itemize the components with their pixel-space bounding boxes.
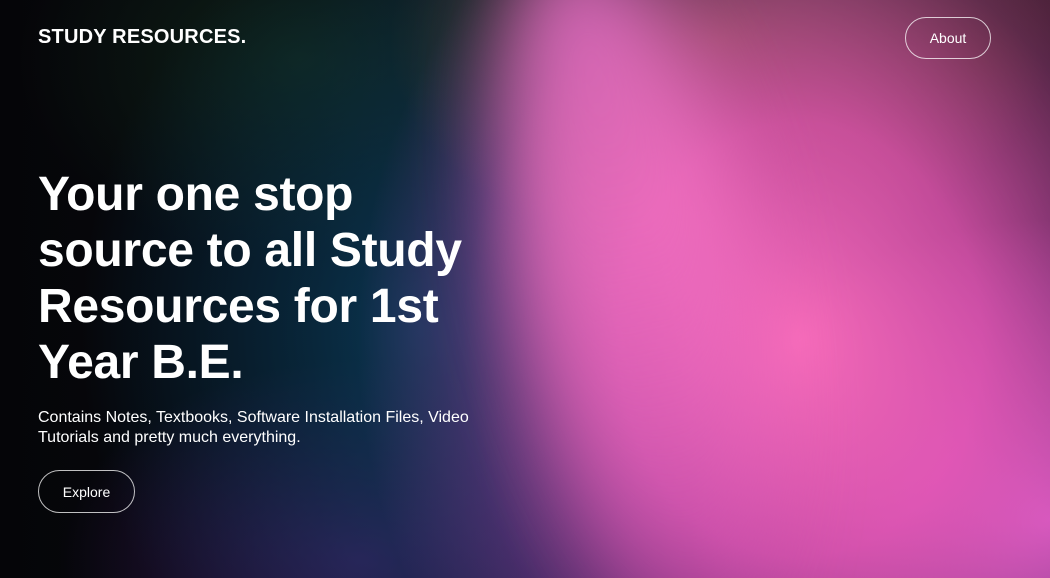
hero-subtitle: Contains Notes, Textbooks, Software Inst… bbox=[38, 409, 469, 446]
site-logo[interactable]: STUDY RESOURCES. bbox=[38, 26, 246, 49]
hero-headline: Your one stop source to all Study Resour… bbox=[38, 168, 462, 389]
explore-button[interactable]: Explore bbox=[38, 470, 135, 513]
about-button[interactable]: About bbox=[905, 17, 991, 59]
